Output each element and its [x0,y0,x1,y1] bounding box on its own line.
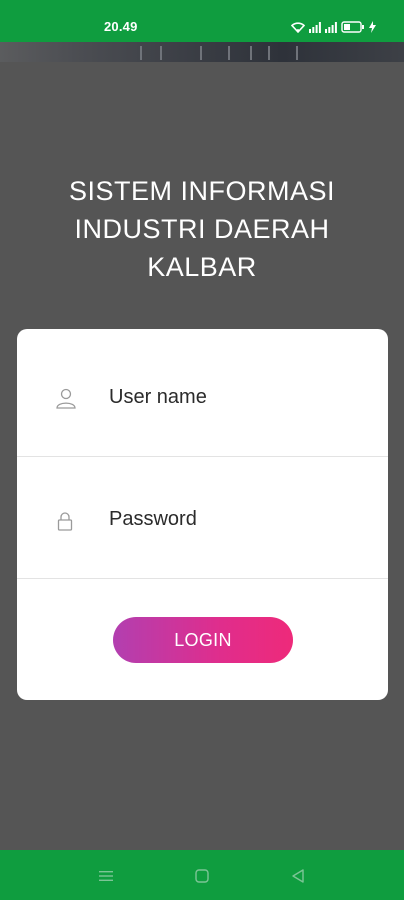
charging-icon [369,21,376,33]
signal-icon [325,21,337,33]
divider [17,578,388,579]
navigation-bar [0,850,404,900]
app-title: SISTEM INFORMASI INDUSTRI DAERAH KALBAR [0,172,404,286]
app-title-line: KALBAR [147,252,257,282]
status-time: 20.49 [104,19,138,34]
menu-icon[interactable] [96,866,116,886]
signal-icon [309,21,321,33]
app-title-line: INDUSTRI DAERAH [74,214,330,244]
password-row [17,457,388,579]
wifi-icon [291,21,305,33]
login-card: LOGIN [17,329,388,700]
status-icons [291,20,376,34]
username-input[interactable] [107,381,361,413]
home-icon[interactable] [192,866,212,886]
header-image [0,42,404,62]
username-row [17,335,388,457]
battery-icon [341,21,365,33]
status-bar: 20.49 [0,0,404,42]
user-icon [55,387,77,414]
back-icon[interactable] [288,866,308,886]
login-button[interactable]: LOGIN [113,617,293,663]
lock-icon [57,511,73,536]
app-title-line: SISTEM INFORMASI [68,176,336,206]
password-input[interactable] [107,503,361,535]
